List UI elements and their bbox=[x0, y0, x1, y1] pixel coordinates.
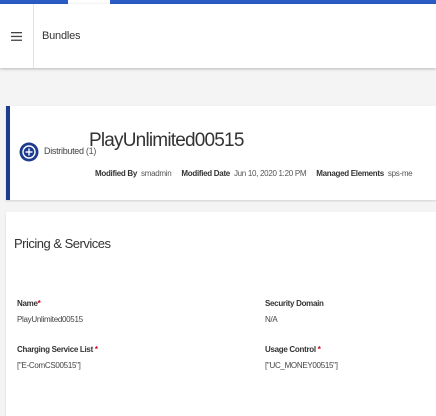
managed-elements-value: sps-me bbox=[387, 169, 413, 178]
bundle-summary-card: Distributed (1) bbox=[6, 106, 436, 200]
required-marker: * bbox=[94, 345, 98, 354]
required-marker: * bbox=[317, 345, 321, 354]
security-domain-value: N/A bbox=[265, 315, 278, 324]
bundle-meta-row: Modified By smadmin Modified Date Jun 10… bbox=[95, 169, 418, 178]
bundle-name-heading: PlayUnlimited00515 bbox=[89, 130, 244, 151]
usage-control-label: Usage Control * bbox=[265, 345, 321, 354]
usage-control-value: ["UC_MONEY00515"] bbox=[265, 361, 338, 370]
managed-elements-label: Managed Elements bbox=[316, 169, 384, 178]
name-value: PlayUnlimited00515 bbox=[17, 315, 83, 324]
hamburger-menu-icon bbox=[11, 31, 22, 41]
hamburger-menu-button[interactable] bbox=[0, 4, 34, 68]
section-title: Pricing & Services bbox=[14, 236, 111, 251]
charging-service-list-field: Charging Service List * ["E-ComCS00515"] bbox=[17, 345, 98, 370]
security-domain-field: Security Domain N/A bbox=[265, 299, 324, 324]
modified-by-value: smadmin bbox=[141, 169, 172, 178]
name-field: Name* PlayUnlimited00515 bbox=[17, 299, 83, 324]
status-text: Distributed bbox=[44, 146, 84, 156]
modified-date-label: Modified Date bbox=[181, 169, 230, 178]
app-header: Bundles bbox=[0, 4, 436, 68]
page-title: Bundles bbox=[42, 30, 81, 42]
modified-date-value: Jun 10, 2020 1:20 PM bbox=[233, 169, 307, 178]
charging-service-list-value: ["E-ComCS00515"] bbox=[17, 361, 81, 370]
charging-service-list-label: Charging Service List * bbox=[17, 345, 98, 354]
plus-circle-icon bbox=[19, 142, 39, 162]
name-label: Name* bbox=[17, 299, 41, 308]
security-domain-label: Security Domain bbox=[265, 299, 324, 308]
modified-by-label: Modified By bbox=[95, 169, 138, 178]
card-accent-bar bbox=[6, 106, 10, 200]
usage-control-field: Usage Control * ["UC_MONEY00515"] bbox=[265, 345, 338, 370]
required-marker: * bbox=[37, 299, 41, 308]
